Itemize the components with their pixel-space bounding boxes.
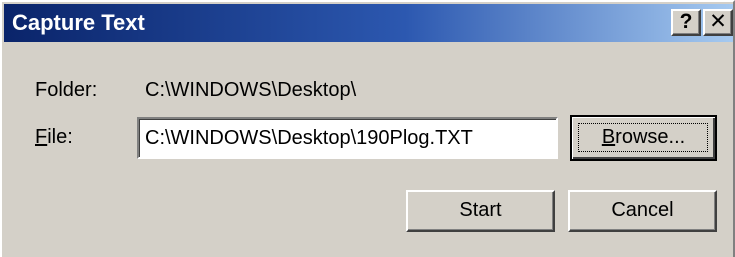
file-label-rest: ile: — [47, 126, 73, 148]
browse-button[interactable]: Browse... — [570, 115, 717, 161]
file-path-input[interactable] — [137, 117, 558, 159]
start-button[interactable]: Start — [406, 190, 555, 232]
folder-label: Folder: — [35, 79, 98, 101]
folder-value: C:\WINDOWS\Desktop\ — [145, 79, 357, 101]
close-icon: ✕ — [709, 10, 727, 33]
close-button[interactable]: ✕ — [703, 9, 733, 36]
browse-accelerator: B — [601, 126, 616, 148]
file-label-accelerator: F — [35, 126, 48, 148]
title-bar[interactable]: Capture Text ? ✕ — [4, 4, 733, 42]
browse-label-rest: rowse... — [615, 126, 686, 148]
help-icon: ? — [679, 10, 693, 33]
window-title: Capture Text — [12, 10, 145, 35]
capture-text-dialog: Capture Text ? ✕ Folder: C:\WINDOWS\Desk… — [0, 0, 735, 257]
cancel-button[interactable]: Cancel — [568, 190, 717, 232]
help-button[interactable]: ? — [671, 9, 701, 36]
file-label: File: — [35, 126, 73, 149]
